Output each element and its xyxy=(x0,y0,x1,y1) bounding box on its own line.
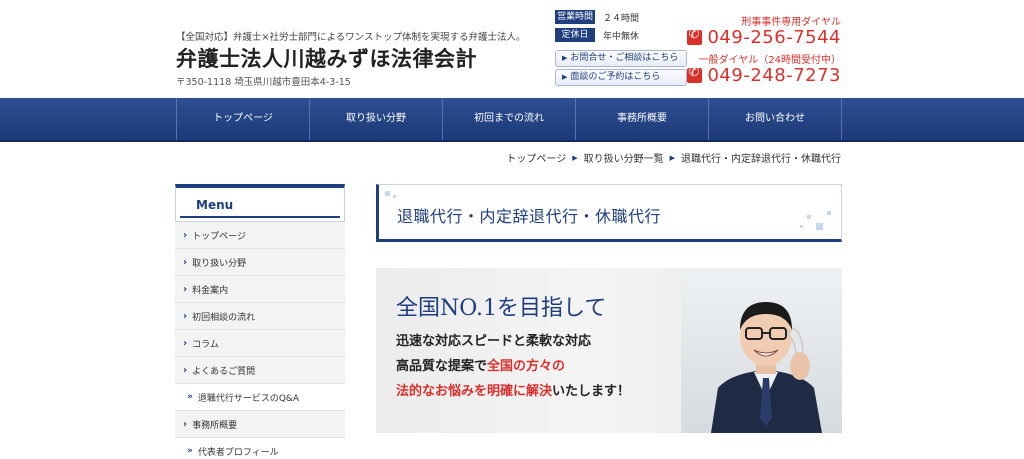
sidebar-menu-list: › トップページ › 取り扱い分野 › 料金案内 › 初回相談の流れ › コラム › よくあ… xyxy=(175,222,345,459)
sidebar-item-office[interactable]: › 事務所概要 xyxy=(175,411,345,438)
decor-square xyxy=(385,191,390,196)
global-nav: トップページ 取り扱い分野 初回までの流れ 事務所概要 お問い合わせ xyxy=(0,98,1024,142)
sidebar-item-first-consult[interactable]: › 初回相談の流れ xyxy=(175,303,345,330)
general-dial-label: 一般ダイヤル（24時間受付中） xyxy=(698,55,841,66)
banner-highlight-text: 法的なお悩みを明確に解決 xyxy=(396,384,553,399)
chevron-right-icon: › xyxy=(183,256,188,268)
sidebar-item-faq[interactable]: › よくあるご質問 xyxy=(175,357,345,384)
contact-link-button[interactable]: ▶ お問合せ・ご相談はこちら xyxy=(555,50,687,67)
sidebar-item-label: コラム xyxy=(192,339,219,350)
nav-items: トップページ 取り扱い分野 初回までの流れ 事務所概要 お問い合わせ xyxy=(176,98,842,140)
breadcrumb-top[interactable]: トップページ xyxy=(506,150,566,165)
banner-highlight-text: 全国の方々の xyxy=(487,359,566,374)
closed-label: 定休日 xyxy=(555,28,595,42)
sidebar-item-label: 取り扱い分野 xyxy=(192,258,247,269)
nav-item-flow[interactable]: 初回までの流れ xyxy=(443,98,576,140)
sidebar-menu-header: Menu xyxy=(175,184,345,222)
chevron-right-icon: › xyxy=(183,418,188,430)
criminal-dial-label: 刑事事件専用ダイヤル xyxy=(741,17,841,28)
sidebar-item-label: よくあるご質問 xyxy=(192,366,256,377)
triangle-right-icon: ▶ xyxy=(669,153,675,162)
sidebar-item-top[interactable]: › トップページ xyxy=(175,222,345,249)
sidebar-item-label: 初回相談の流れ xyxy=(192,312,256,323)
hero-banner: 全国NO.1を目指して 迅速な対応スピードと柔軟な対応 高品質な提案で全国の方々… xyxy=(376,268,842,433)
sidebar: Menu › トップページ › 取り扱い分野 › 料金案内 › 初回相談の流れ › コラム… xyxy=(175,184,345,459)
decor-square xyxy=(807,215,811,219)
contact-link-label: お問合せ・ご相談はこちら xyxy=(570,53,679,63)
business-hours: 営業時間 ２４時間 定休日 年中無休 xyxy=(555,9,639,45)
chevron-right-icon: › xyxy=(183,283,188,295)
triangle-right-icon: ▶ xyxy=(572,153,578,162)
sidebar-subitem-resignation-qa[interactable]: » 退職代行サービスのQ&A xyxy=(175,384,345,411)
sidebar-item-column[interactable]: › コラム xyxy=(175,330,345,357)
nav-item-practice-areas[interactable]: 取り扱い分野 xyxy=(310,98,443,140)
banner-text-line: 迅速な対応スピードと柔軟な対応 xyxy=(396,334,592,349)
closed-value: 年中無休 xyxy=(603,31,640,42)
reservation-link-label: 面談のご予約はこちら xyxy=(570,72,661,82)
banner-text-line: 高品質な提案で全国の方々の xyxy=(396,355,565,374)
nav-item-contact[interactable]: お問い合わせ xyxy=(709,98,842,140)
general-phone-number[interactable]: 049-248-7273 xyxy=(687,65,841,86)
phone-icon xyxy=(687,27,703,45)
decor-square xyxy=(827,211,831,215)
sidebar-item-label: 料金案内 xyxy=(192,285,229,296)
decor-square xyxy=(393,195,396,198)
banner-text-segment: 高品質な提案で xyxy=(396,359,488,374)
criminal-phone-text: 049-256-7544 xyxy=(707,27,841,48)
hours-row-open: 営業時間 ２４時間 xyxy=(555,9,639,25)
breadcrumb-current: 退職代行・内定辞退代行・休職代行 xyxy=(681,154,841,165)
phone-icon xyxy=(687,65,703,83)
general-phone-text: 049-248-7273 xyxy=(707,65,841,86)
reservation-link-button[interactable]: ▶ 面談のご予約はこちら xyxy=(555,69,687,86)
hours-label: 営業時間 xyxy=(555,10,595,24)
hours-row-closed: 定休日 年中無休 xyxy=(555,27,639,43)
chevron-right-icon: › xyxy=(183,310,188,322)
site-header: 【全国対応】弁護士×社労士部門によるワンストップ体制を実現する弁護士法人。 弁護… xyxy=(0,0,1024,98)
breadcrumb-practice-list[interactable]: 取り扱い分野一覧 xyxy=(584,150,664,165)
decor-square xyxy=(800,225,803,228)
sidebar-subitem-profile[interactable]: » 代表者プロフィール xyxy=(175,438,345,459)
triangle-right-icon: ▶ xyxy=(562,73,568,81)
page-title-box: 退職代行・内定辞退代行・休職代行 xyxy=(376,184,842,242)
chevron-right-icon: › xyxy=(183,364,188,376)
banner-text-line: 法的なお悩みを明確に解決いたします！ xyxy=(396,380,630,399)
site-address: 〒350-1118 埼玉県川越市豊田本4-3-15 xyxy=(176,77,351,88)
banner-headline: 全国NO.1を目指して xyxy=(396,296,607,321)
breadcrumb: トップページ ▶ 取り扱い分野一覧 ▶ 退職代行・内定辞退代行・休職代行 xyxy=(506,150,841,166)
chevron-double-right-icon: » xyxy=(187,392,193,402)
sidebar-item-label: トップページ xyxy=(192,231,246,242)
triangle-right-icon: ▶ xyxy=(562,54,568,62)
hours-value: ２４時間 xyxy=(603,13,640,24)
sidebar-item-label: 事務所概要 xyxy=(192,420,238,431)
decor-square xyxy=(816,223,823,230)
site-tagline: 【全国対応】弁護士×社労士部門によるワンストップ体制を実現する弁護士法人。 xyxy=(176,32,526,43)
lawyer-photo xyxy=(711,302,822,433)
site-title[interactable]: 弁護士法人川越みずほ法律会計 xyxy=(176,43,477,73)
nav-item-top[interactable]: トップページ xyxy=(177,98,310,140)
banner-text-segment: いたします！ xyxy=(552,384,631,399)
chevron-right-icon: › xyxy=(183,229,188,241)
sidebar-item-label: 退職代行サービスのQ&A xyxy=(197,393,300,404)
nav-item-office[interactable]: 事務所概要 xyxy=(576,98,709,140)
sidebar-item-practice[interactable]: › 取り扱い分野 xyxy=(175,249,345,276)
sidebar-item-fees[interactable]: › 料金案内 xyxy=(175,276,345,303)
sidebar-item-label: 代表者プロフィール xyxy=(197,447,279,458)
chevron-double-right-icon: » xyxy=(187,446,193,456)
sidebar-menu-title: Menu xyxy=(196,198,234,212)
criminal-phone-number[interactable]: 049-256-7544 xyxy=(687,27,841,48)
page-title: 退職代行・内定辞退代行・休職代行 xyxy=(397,207,662,226)
chevron-right-icon: › xyxy=(183,337,188,349)
